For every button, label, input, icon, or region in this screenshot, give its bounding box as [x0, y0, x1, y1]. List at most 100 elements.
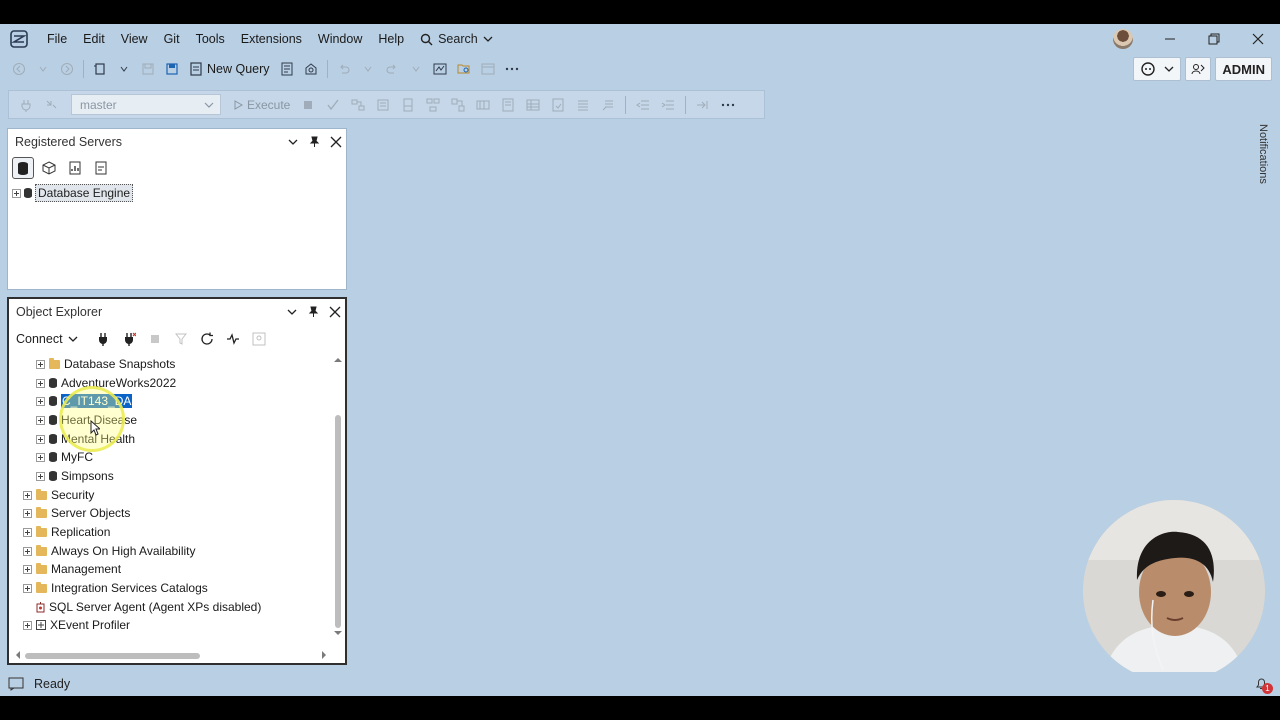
tree-node-database-snapshots[interactable]: Database Snapshots: [36, 355, 175, 373]
results-grid-icon[interactable]: [522, 94, 544, 116]
vertical-scrollbar[interactable]: [332, 355, 344, 638]
chevron-down-icon[interactable]: [288, 137, 298, 147]
search-menu[interactable]: Search: [412, 32, 501, 46]
notifications-button[interactable]: 1: [1254, 676, 1273, 694]
menu-help[interactable]: Help: [370, 27, 412, 51]
results-text-icon[interactable]: [497, 94, 519, 116]
expand-icon[interactable]: [12, 188, 21, 198]
save-icon[interactable]: [137, 58, 159, 80]
stop-icon[interactable]: [144, 328, 166, 350]
menu-file[interactable]: File: [39, 27, 75, 51]
pin-icon[interactable]: [308, 136, 320, 148]
activity-monitor-icon[interactable]: [429, 58, 451, 80]
menu-extensions[interactable]: Extensions: [233, 27, 310, 51]
tree-node-sql-server-agent[interactable]: SQL Server Agent (Agent XPs disabled): [36, 598, 261, 616]
database-engine-node[interactable]: Database Engine: [35, 184, 134, 202]
more-icon[interactable]: [717, 94, 739, 116]
include-plan-icon[interactable]: [422, 94, 444, 116]
scrollbar-thumb[interactable]: [25, 653, 200, 659]
tree-node-mental-health[interactable]: Mental Health: [36, 430, 135, 448]
database-engine-icon[interactable]: [12, 157, 34, 179]
expand-icon[interactable]: [36, 452, 45, 462]
query-file-icon[interactable]: [276, 58, 298, 80]
specify-values-icon[interactable]: [692, 94, 714, 116]
expand-icon[interactable]: [36, 415, 45, 425]
expand-icon[interactable]: [23, 527, 32, 537]
pin-icon[interactable]: [307, 306, 319, 318]
expand-icon[interactable]: [36, 378, 45, 388]
live-share-button[interactable]: [1185, 57, 1212, 81]
expand-icon[interactable]: [23, 583, 32, 593]
expand-icon[interactable]: [23, 490, 32, 500]
chevron-down-icon[interactable]: [32, 58, 54, 80]
expand-icon[interactable]: [23, 620, 32, 630]
query-options-icon[interactable]: [372, 94, 394, 116]
client-statistics-icon[interactable]: [472, 94, 494, 116]
refresh-icon[interactable]: [196, 328, 218, 350]
output-window-icon[interactable]: [8, 677, 24, 691]
activity-monitor-icon[interactable]: [222, 328, 244, 350]
chevron-down-icon[interactable]: [113, 58, 135, 80]
new-file-icon[interactable]: [89, 58, 111, 80]
connect-plug-icon[interactable]: [92, 328, 114, 350]
tree-node-simpsons[interactable]: Simpsons: [36, 467, 114, 485]
tree-node-integration-services[interactable]: Integration Services Catalogs: [23, 579, 208, 597]
expand-icon[interactable]: [36, 396, 45, 406]
menu-edit[interactable]: Edit: [75, 27, 113, 51]
chevron-down-icon[interactable]: [405, 58, 427, 80]
database-select[interactable]: master: [71, 94, 221, 115]
intellisense-icon[interactable]: [397, 94, 419, 116]
disconnect-plug-icon[interactable]: [118, 328, 140, 350]
template-explorer-icon[interactable]: [477, 58, 499, 80]
menu-tools[interactable]: Tools: [188, 27, 233, 51]
tree-node-management[interactable]: Management: [23, 560, 121, 578]
admin-badge[interactable]: ADMIN: [1215, 57, 1272, 81]
tree-node-security[interactable]: Security: [23, 486, 94, 504]
analysis-services-icon[interactable]: [38, 157, 60, 179]
tree-node-always-on[interactable]: Always On High Availability: [23, 542, 196, 560]
decrease-indent-icon[interactable]: [632, 94, 654, 116]
estimated-plan-icon[interactable]: [347, 94, 369, 116]
menu-git[interactable]: Git: [156, 27, 188, 51]
change-connection-icon[interactable]: [40, 94, 62, 116]
uncomment-icon[interactable]: [597, 94, 619, 116]
object-properties-icon[interactable]: [248, 328, 270, 350]
notifications-tab[interactable]: Notifications: [1253, 124, 1269, 194]
analysis-query-icon[interactable]: [300, 58, 322, 80]
integration-services-icon[interactable]: [90, 157, 112, 179]
minimize-button[interactable]: [1148, 24, 1192, 54]
reporting-services-icon[interactable]: [64, 157, 86, 179]
close-button[interactable]: [1236, 24, 1280, 54]
save-all-icon[interactable]: [161, 58, 183, 80]
scroll-up-icon[interactable]: [332, 355, 344, 365]
tree-node-xevent-profiler[interactable]: XEvent Profiler: [23, 616, 130, 634]
stop-icon[interactable]: [297, 94, 319, 116]
close-icon[interactable]: [330, 136, 342, 148]
execute-button[interactable]: Execute: [230, 98, 294, 112]
connect-icon[interactable]: [15, 94, 37, 116]
scrollbar-thumb[interactable]: [335, 415, 341, 628]
expand-icon[interactable]: [36, 471, 45, 481]
copilot-button[interactable]: [1133, 57, 1182, 81]
expand-icon[interactable]: [36, 359, 45, 369]
account-avatar[interactable]: [1113, 29, 1133, 49]
tree-node-replication[interactable]: Replication: [23, 523, 110, 541]
increase-indent-icon[interactable]: [657, 94, 679, 116]
more-icon[interactable]: [501, 58, 523, 80]
tree-node-server-objects[interactable]: Server Objects: [23, 504, 130, 522]
expand-icon[interactable]: [36, 434, 45, 444]
chevron-down-icon[interactable]: [287, 307, 297, 317]
forward-icon[interactable]: [56, 58, 78, 80]
menu-view[interactable]: View: [113, 27, 156, 51]
scroll-down-icon[interactable]: [332, 628, 344, 638]
back-icon[interactable]: [8, 58, 30, 80]
new-query-button[interactable]: New Query: [185, 58, 274, 80]
expand-icon[interactable]: [23, 564, 32, 574]
folder-search-icon[interactable]: [453, 58, 475, 80]
chevron-down-icon[interactable]: [357, 58, 379, 80]
horizontal-scrollbar[interactable]: [11, 649, 331, 661]
scroll-left-icon[interactable]: [13, 649, 23, 661]
expand-icon[interactable]: [23, 546, 32, 556]
undo-icon[interactable]: [333, 58, 355, 80]
tree-node-myfc[interactable]: MyFC: [36, 448, 93, 466]
